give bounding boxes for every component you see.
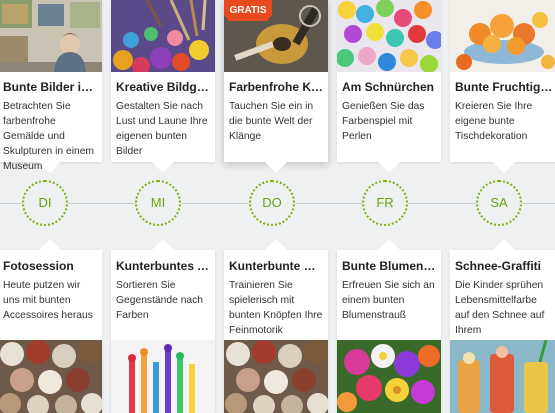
- activity-description: Trainieren Sie spielerisch mit bunten Kn…: [229, 280, 323, 336]
- activity-card-do-2[interactable]: Kunterbunte Kno... Trainieren Sie spiele…: [224, 239, 328, 413]
- card-pointer: [152, 162, 174, 173]
- activity-title: Kunterbunte Kno...: [229, 259, 324, 273]
- day-marker-do[interactable]: DO: [249, 180, 295, 226]
- card-pointer: [265, 239, 287, 250]
- day-marker-sa[interactable]: SA: [476, 180, 522, 226]
- flower-bouquet-image: [337, 340, 441, 413]
- card-pointer: [152, 239, 174, 250]
- activity-card-sa[interactable]: Bunte Fruchtige T... Kreieren Sie Ihre e…: [450, 0, 555, 173]
- day-marker-mi[interactable]: MI: [135, 180, 181, 226]
- activity-card-fr[interactable]: Am Schnürchen Genießen Sie das Farbenspi…: [337, 0, 441, 173]
- activity-title: Bunte Fruchtige T...: [455, 80, 553, 94]
- activity-description: Tauchen Sie ein in die bunte Welt der Kl…: [229, 101, 314, 142]
- activity-card-mi[interactable]: Kreative Bildgest... Gestalten Sie nach …: [111, 0, 215, 173]
- paint-brushes-image: [111, 340, 215, 413]
- activity-description: Erfreuen Sie sich an einem bunten Blumen…: [342, 280, 435, 321]
- activity-description: Kreieren Sie Ihre eigene bunte Tischdeko…: [455, 101, 533, 142]
- day-marker-fr[interactable]: FR: [362, 180, 408, 226]
- buttons-image-2: [224, 340, 328, 413]
- activity-card-do[interactable]: GRATIS Farbenfrohe Klän... Tauchen Sie e…: [224, 0, 328, 173]
- gratis-badge: GRATIS: [224, 0, 272, 21]
- activity-title: Bunte Blumen ric...: [342, 259, 437, 273]
- activity-description: Heute putzen wir uns mit bunten Accessoi…: [3, 280, 93, 321]
- activity-card-di[interactable]: Bunte Bilder im ... Betrachten Sie farbe…: [0, 0, 102, 173]
- paint-palette-image: [111, 0, 215, 72]
- card-pointer: [265, 162, 287, 173]
- museum-visitor-image: [0, 0, 102, 72]
- card-pointer: [39, 162, 61, 173]
- activity-title: Kreative Bildgest...: [116, 80, 211, 94]
- day-marker-di[interactable]: DI: [22, 180, 68, 226]
- activity-card-di-2[interactable]: Fotosession Heute putzen wir uns mit bun…: [0, 239, 102, 413]
- activity-title: Am Schnürchen: [342, 80, 435, 94]
- activity-title: Bunte Bilder im ...: [3, 80, 98, 94]
- colored-drinks-image: [450, 340, 555, 413]
- activity-title: Kunterbuntes All...: [116, 259, 211, 273]
- card-pointer: [492, 239, 515, 250]
- activity-description: Genießen Sie das Farbenspiel mit Perlen: [342, 101, 425, 142]
- activity-card-mi-2[interactable]: Kunterbuntes All... Sortieren Sie Gegens…: [111, 239, 215, 413]
- activity-title: Schnee-Graffiti: [455, 259, 542, 273]
- activity-card-sa-2[interactable]: Schnee-Graffiti Die Kinder sprühen Leben…: [450, 239, 555, 413]
- card-pointer: [378, 239, 400, 250]
- fruit-bowl-image: [450, 0, 555, 72]
- card-pointer: [39, 239, 61, 250]
- activity-card-fr-2[interactable]: Bunte Blumen ric... Erfreuen Sie sich an…: [337, 239, 441, 413]
- card-pointer: [492, 162, 515, 173]
- activity-title: Fotosession: [3, 259, 74, 273]
- colorful-beads-image: [337, 0, 441, 72]
- buttons-image: [0, 340, 102, 413]
- activity-title: Farbenfrohe Klän...: [229, 80, 324, 94]
- activity-description: Gestalten Sie nach Lust und Laune Ihre e…: [116, 101, 208, 157]
- card-pointer: [378, 162, 400, 173]
- activity-description: Sortieren Sie Gegenstände nach Farben: [116, 280, 204, 321]
